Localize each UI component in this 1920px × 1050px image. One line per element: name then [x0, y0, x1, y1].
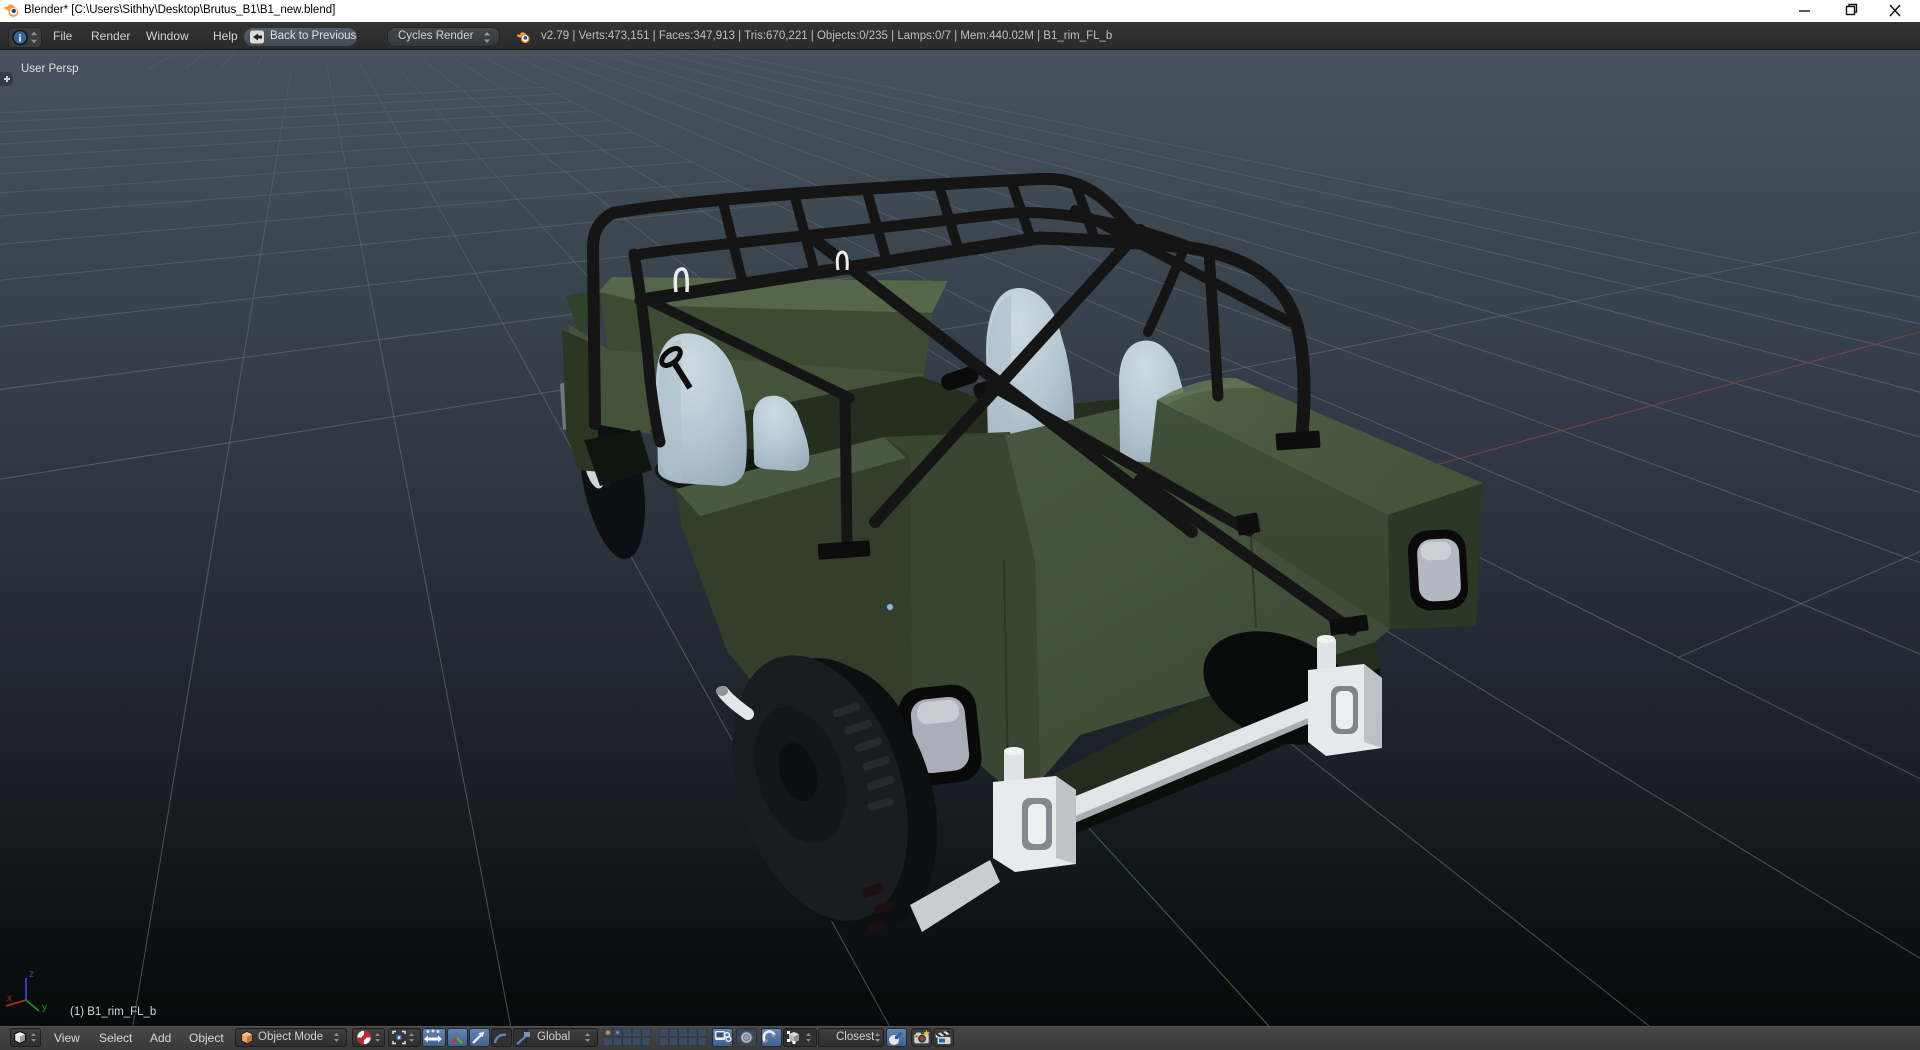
svg-text:i: i [18, 33, 21, 45]
